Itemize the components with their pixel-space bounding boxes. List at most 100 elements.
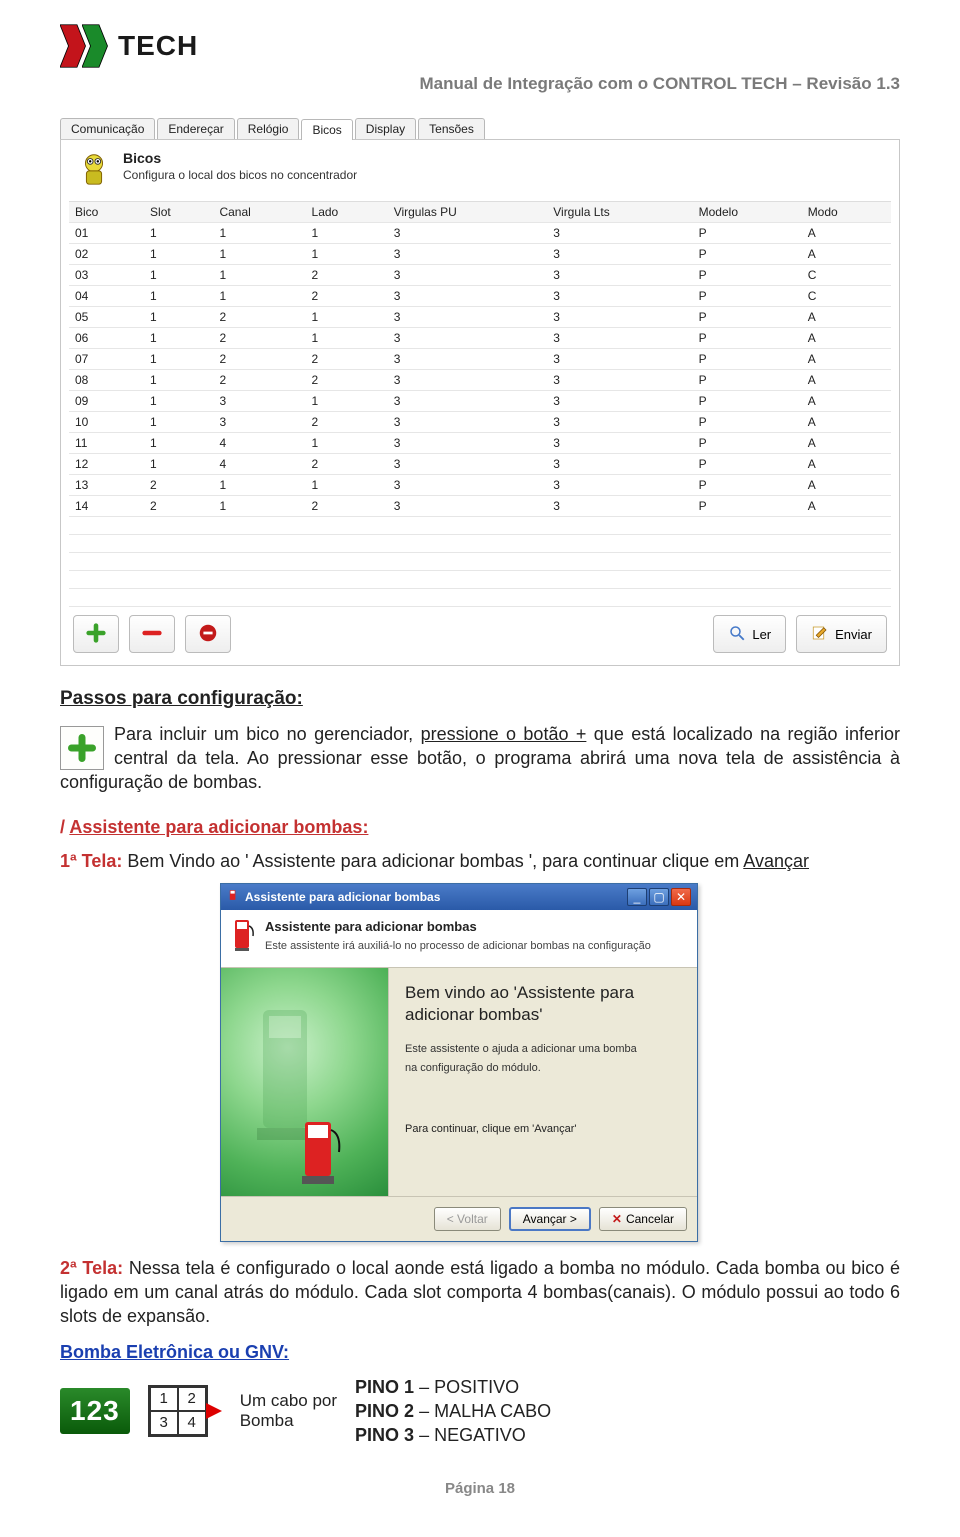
- pump-small-icon: [227, 888, 241, 906]
- wizard-back-button[interactable]: < Voltar: [434, 1207, 501, 1231]
- logo-mark: [60, 24, 116, 68]
- table-row-empty: [69, 535, 891, 553]
- tela2-label: 2ª Tela:: [60, 1258, 123, 1278]
- cell: 3: [388, 370, 548, 391]
- bicos-table[interactable]: BicoSlotCanalLadoVirgulas PUVirgula LtsM…: [69, 201, 891, 607]
- table-row[interactable]: 1421233PA: [69, 496, 891, 517]
- table-row[interactable]: 1013233PA: [69, 412, 891, 433]
- tab-tensoes[interactable]: Tensões: [418, 118, 485, 139]
- close-button[interactable]: ✕: [671, 888, 691, 906]
- table-row[interactable]: 1321133PA: [69, 475, 891, 496]
- cell: 3: [388, 244, 548, 265]
- cell: 1: [144, 370, 213, 391]
- cell: 11: [69, 433, 144, 454]
- wizard-title: Assistente para adicionar bombas: [245, 889, 625, 905]
- tela1-label: 1ª Tela:: [60, 851, 122, 871]
- table-row[interactable]: 0712233PA: [69, 349, 891, 370]
- cell: 1: [306, 391, 388, 412]
- table-row[interactable]: 1114133PA: [69, 433, 891, 454]
- wizard-cancel-button[interactable]: ✕ Cancelar: [599, 1207, 687, 1231]
- cell: A: [802, 223, 891, 244]
- cell: 1: [213, 223, 305, 244]
- cell: A: [802, 412, 891, 433]
- table-row[interactable]: 0512133PA: [69, 307, 891, 328]
- logo-text: TECH: [118, 30, 198, 62]
- cell: 3: [213, 391, 305, 412]
- col-header[interactable]: Virgula Lts: [547, 202, 692, 223]
- cell: C: [802, 286, 891, 307]
- remove-button[interactable]: [129, 615, 175, 653]
- magnifier-icon: [728, 624, 746, 645]
- table-row[interactable]: 1214233PA: [69, 454, 891, 475]
- maximize-button[interactable]: ▢: [649, 888, 669, 906]
- col-header[interactable]: Modelo: [693, 202, 802, 223]
- cell: 2: [306, 496, 388, 517]
- cell: 2: [213, 328, 305, 349]
- col-header[interactable]: Bico: [69, 202, 144, 223]
- tab-comunicacao[interactable]: Comunicação: [60, 118, 155, 139]
- table-row[interactable]: 0612133PA: [69, 328, 891, 349]
- cell: P: [693, 223, 802, 244]
- tabstrip: ComunicaçãoEndereçarRelógioBicosDisplayT…: [60, 118, 900, 140]
- tab-enderecar[interactable]: Endereçar: [157, 118, 234, 139]
- press-plus-link: pressione o botão +: [421, 724, 587, 744]
- cell: 2: [306, 370, 388, 391]
- cell: 07: [69, 349, 144, 370]
- cell: P: [693, 433, 802, 454]
- cell: 1: [144, 286, 213, 307]
- assist-slash: /: [60, 817, 69, 837]
- cell: 3: [547, 475, 692, 496]
- pin-entry: PINO 1 – POSITIVO: [355, 1375, 551, 1399]
- col-header[interactable]: Virgulas PU: [388, 202, 548, 223]
- cell: 2: [306, 265, 388, 286]
- cell: 3: [388, 223, 548, 244]
- table-row[interactable]: 0211133PA: [69, 244, 891, 265]
- tab-relogio[interactable]: Relógio: [237, 118, 300, 139]
- wizard-next-button[interactable]: Avançar >: [509, 1207, 591, 1231]
- cell: 03: [69, 265, 144, 286]
- wizard-window: Assistente para adicionar bombas _ ▢ ✕ A…: [220, 883, 698, 1241]
- tab-display[interactable]: Display: [355, 118, 416, 139]
- tab-bicos[interactable]: Bicos: [301, 119, 352, 140]
- wizard-head-desc: Este assistente irá auxiliá-lo no proces…: [265, 939, 687, 954]
- cell: 3: [388, 496, 548, 517]
- cell: 05: [69, 307, 144, 328]
- cell: 3: [388, 286, 548, 307]
- wizard-continue-hint: Para continuar, clique em 'Avançar': [405, 1122, 683, 1137]
- table-row[interactable]: 0111133PA: [69, 223, 891, 244]
- table-row-empty: [69, 553, 891, 571]
- cell: P: [693, 496, 802, 517]
- cell: P: [693, 328, 802, 349]
- table-row[interactable]: 0311233PC: [69, 265, 891, 286]
- col-header[interactable]: Lado: [306, 202, 388, 223]
- cell: A: [802, 244, 891, 265]
- cell: 1: [306, 328, 388, 349]
- add-button[interactable]: [73, 615, 119, 653]
- red-pump-icon: [297, 1118, 347, 1192]
- read-button[interactable]: Ler: [713, 615, 786, 653]
- logo-v-green-icon: [82, 24, 116, 68]
- cell: 2: [306, 412, 388, 433]
- col-header[interactable]: Canal: [213, 202, 305, 223]
- cell: 1: [306, 475, 388, 496]
- pin-cell: 2: [178, 1387, 206, 1411]
- pin-grid: 1234: [148, 1385, 208, 1437]
- col-header[interactable]: Modo: [802, 202, 891, 223]
- send-button[interactable]: Enviar: [796, 615, 887, 653]
- cell: 3: [388, 328, 548, 349]
- cell: 02: [69, 244, 144, 265]
- cell: A: [802, 307, 891, 328]
- table-row[interactable]: 0812233PA: [69, 370, 891, 391]
- cell: 1: [144, 265, 213, 286]
- cell: P: [693, 370, 802, 391]
- cell: P: [693, 244, 802, 265]
- cell: 3: [547, 496, 692, 517]
- passos-title: Passos para configuração:: [60, 688, 303, 709]
- minimize-button[interactable]: _: [627, 888, 647, 906]
- cell: 14: [69, 496, 144, 517]
- table-row[interactable]: 0913133PA: [69, 391, 891, 412]
- table-row[interactable]: 0411233PC: [69, 286, 891, 307]
- delete-button[interactable]: [185, 615, 231, 653]
- badge-123: 123: [60, 1388, 130, 1434]
- col-header[interactable]: Slot: [144, 202, 213, 223]
